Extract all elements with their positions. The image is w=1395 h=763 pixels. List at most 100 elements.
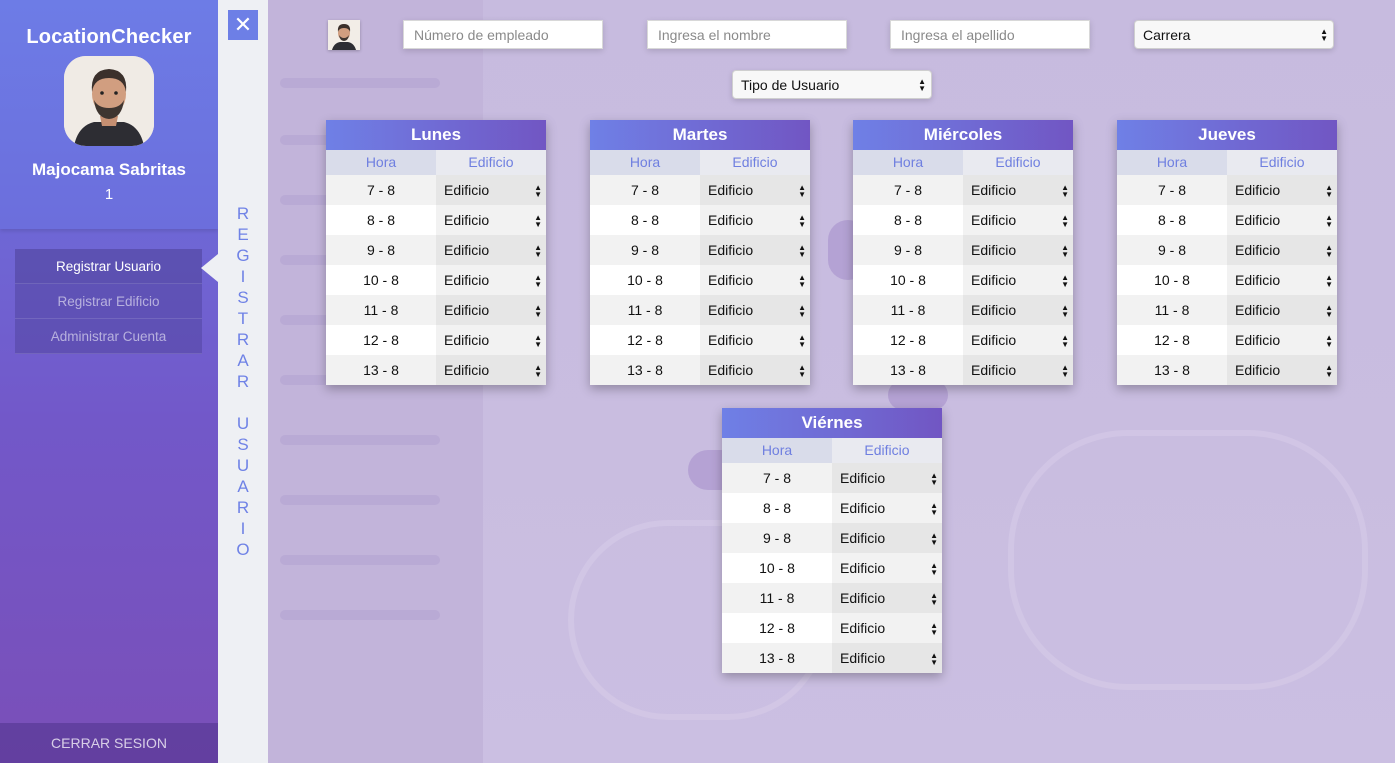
building-select-value: Edificio <box>708 182 754 198</box>
day-table-5: Viérnes Hora Edificio 7 - 8 Edificio ▲ ▼ 8 - 8E… <box>722 408 942 673</box>
building-select[interactable]: Edificio ▲ ▼ <box>700 175 810 205</box>
building-select[interactable]: Edificio ▲ ▼ <box>963 175 1073 205</box>
select-arrows-icon: ▲ ▼ <box>930 531 938 547</box>
section-title-letter: S <box>237 435 249 454</box>
day-table-2: Martes Hora Edificio 7 - 8 Edificio ▲ ▼ 8 - 8 Ed… <box>590 120 810 385</box>
building-select[interactable]: Edificio ▲ ▼ <box>963 325 1073 355</box>
last-name-input[interactable] <box>890 20 1090 49</box>
section-title-letter: E <box>237 225 249 244</box>
column-header-hora: Hora <box>853 150 963 175</box>
hour-cell: 10 - 8 <box>590 265 700 295</box>
select-arrows-icon: ▲ ▼ <box>534 333 542 349</box>
building-select-value: Edificio <box>444 182 490 198</box>
hour-cell: 9 - 8 <box>722 523 832 553</box>
building-select[interactable]: Edificio ▲ ▼ <box>963 355 1073 385</box>
sidebar-item-registrar-usuario[interactable]: Registrar Usuario <box>15 249 202 284</box>
building-select-value: Edificio <box>971 332 1017 348</box>
hour-cell: 13 - 8 <box>326 355 436 385</box>
building-select[interactable]: Edificio ▲ ▼ <box>832 583 942 613</box>
building-select[interactable]: Edificio ▲ ▼ <box>436 235 546 265</box>
day-title: Miércoles <box>853 120 1073 150</box>
employee-number-input[interactable] <box>403 20 603 49</box>
building-select[interactable]: Edificio ▲ ▼ <box>436 265 546 295</box>
building-select[interactable]: Edificio ▲ ▼ <box>1227 355 1337 385</box>
building-select[interactable]: Edificio ▲ ▼ <box>832 493 942 523</box>
logout-button[interactable]: CERRAR SESION <box>0 723 218 763</box>
column-headers: Hora Edificio <box>590 150 810 175</box>
bg-decoration <box>280 610 440 620</box>
select-arrows-icon: ▲ ▼ <box>534 273 542 289</box>
building-select-value: Edificio <box>1235 362 1281 378</box>
section-title-letter: U <box>236 456 250 475</box>
user-type-select[interactable]: Tipo de Usuario ▲ ▼ <box>732 70 932 99</box>
day-title: Jueves <box>1117 120 1337 150</box>
hour-cell: 7 - 8 <box>1117 175 1227 205</box>
day-table-4: Jueves Hora Edificio 7 - 8 Edificio ▲ ▼ 8 - 8 Ed… <box>1117 120 1337 385</box>
user-id: 1 <box>104 186 114 203</box>
select-arrows-icon: ▲ ▼ <box>798 303 806 319</box>
day-title: Viérnes <box>722 408 942 438</box>
building-select[interactable]: Edificio ▲ ▼ <box>832 553 942 583</box>
building-select[interactable]: Edificio ▲ ▼ <box>436 355 546 385</box>
building-select-value: Edificio <box>708 332 754 348</box>
building-select[interactable]: Edificio ▲ ▼ <box>832 613 942 643</box>
table-row: 12 - 8 Edificio ▲ ▼ <box>853 325 1073 355</box>
building-select-value: Edificio <box>444 362 490 378</box>
building-select[interactable]: Edificio ▲ ▼ <box>1227 235 1337 265</box>
building-select[interactable]: Edificio ▲ ▼ <box>436 295 546 325</box>
select-arrows-icon: ▲ ▼ <box>1320 27 1328 43</box>
hour-cell: 12 - 8 <box>590 325 700 355</box>
building-select[interactable]: Edificio ▲ ▼ <box>436 325 546 355</box>
table-row: 7 - 8 Edificio ▲ ▼ <box>1117 175 1337 205</box>
building-select-value: Edificio <box>840 650 886 666</box>
app-title: LocationChecker <box>26 26 192 48</box>
building-select[interactable]: Edificio ▲ ▼ <box>832 463 942 493</box>
building-select[interactable]: Edificio ▲ ▼ <box>963 265 1073 295</box>
building-select[interactable]: Edificio ▲ ▼ <box>700 325 810 355</box>
building-select[interactable]: Edificio ▲ ▼ <box>436 205 546 235</box>
section-title-vertical: R E G I S T R A R U S U A R I O <box>218 203 268 560</box>
building-select[interactable]: Edificio ▲ ▼ <box>700 355 810 385</box>
building-select[interactable]: Edificio ▲ ▼ <box>1227 175 1337 205</box>
building-select[interactable]: Edificio ▲ ▼ <box>1227 205 1337 235</box>
building-select[interactable]: Edificio ▲ ▼ <box>1227 265 1337 295</box>
building-select[interactable]: Edificio ▲ ▼ <box>436 175 546 205</box>
bg-decoration <box>280 78 440 88</box>
building-select[interactable]: Edificio ▲ ▼ <box>963 295 1073 325</box>
building-select[interactable]: Edificio ▲ ▼ <box>1227 295 1337 325</box>
building-select[interactable]: Edificio ▲ ▼ <box>1227 325 1337 355</box>
career-select[interactable]: Carrera ▲ ▼ <box>1134 20 1334 49</box>
building-select[interactable]: Edificio ▲ ▼ <box>700 205 810 235</box>
select-arrows-icon: ▲ ▼ <box>930 501 938 517</box>
building-select[interactable]: Edificio ▲ ▼ <box>832 643 942 673</box>
building-select[interactable]: Edificio ▲ ▼ <box>700 265 810 295</box>
table-row: 7 - 8 Edificio ▲ ▼ <box>326 175 546 205</box>
building-select[interactable]: Edificio ▲ ▼ <box>700 235 810 265</box>
building-select[interactable]: Edificio ▲ ▼ <box>963 235 1073 265</box>
building-select[interactable]: Edificio ▲ ▼ <box>963 205 1073 235</box>
section-title-spacer <box>218 392 268 413</box>
avatar <box>64 56 154 146</box>
hour-cell: 12 - 8 <box>1117 325 1227 355</box>
select-arrows-icon: ▲ ▼ <box>534 183 542 199</box>
table-row: 7 - 8 Edificio ▲ ▼ <box>722 463 942 493</box>
sidebar-item-administrar-cuenta[interactable]: Administrar Cuenta <box>15 319 202 354</box>
sidebar-item-registrar-edificio[interactable]: Registrar Edificio <box>15 284 202 319</box>
photo-upload-avatar[interactable] <box>328 20 360 50</box>
hour-cell: 8 - 8 <box>326 205 436 235</box>
select-arrows-icon: ▲ ▼ <box>930 561 938 577</box>
hour-cell: 12 - 8 <box>326 325 436 355</box>
section-title-letter: O <box>236 540 250 559</box>
building-select[interactable]: Edificio ▲ ▼ <box>700 295 810 325</box>
first-name-input[interactable] <box>647 20 847 49</box>
close-button[interactable]: ✕ <box>228 10 258 40</box>
select-arrows-icon: ▲ ▼ <box>930 591 938 607</box>
select-arrows-icon: ▲ ▼ <box>534 303 542 319</box>
bg-decoration <box>280 555 440 565</box>
close-icon: ✕ <box>233 12 253 37</box>
building-select[interactable]: Edificio ▲ ▼ <box>832 523 942 553</box>
select-arrows-icon: ▲ ▼ <box>798 183 806 199</box>
building-select-value: Edificio <box>840 530 886 546</box>
table-row: 12 - 8 Edificio ▲ ▼ <box>326 325 546 355</box>
building-select-value: Edificio <box>444 242 490 258</box>
